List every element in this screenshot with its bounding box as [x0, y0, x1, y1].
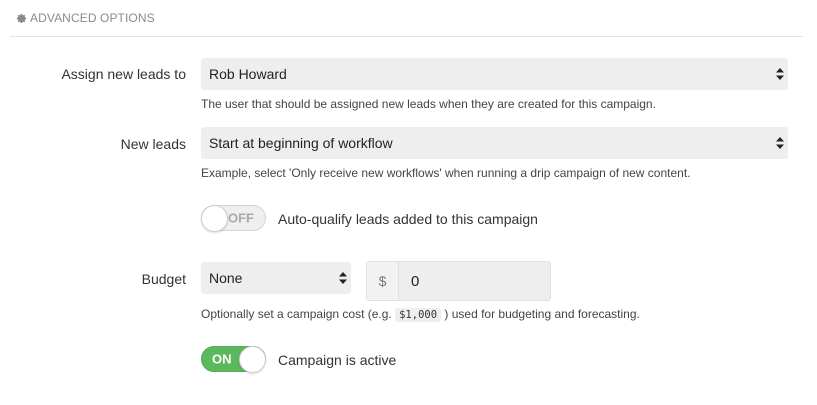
advanced-options-header[interactable]: ADVANCED OPTIONS [10, 0, 803, 37]
budget-select-value: None [209, 270, 243, 286]
toggle-knob [201, 205, 228, 232]
new-leads-help: Example, select 'Only receive new workfl… [201, 166, 691, 180]
budget-amount-group: $ 0 [366, 261, 551, 301]
budget-help-prefix: Optionally set a campaign cost (e.g. [201, 307, 392, 321]
gear-icon [16, 13, 27, 24]
auto-qualify-caption: Auto-qualify leads added to this campaig… [278, 211, 538, 227]
select-caret-icon [776, 68, 784, 80]
budget-label: Budget [141, 271, 186, 287]
select-caret-icon [339, 272, 347, 284]
auto-qualify-toggle[interactable]: OFF [201, 205, 266, 232]
campaign-active-caption: Campaign is active [278, 352, 397, 368]
new-leads-label: New leads [120, 136, 186, 152]
assign-leads-select[interactable]: Rob Howard [201, 58, 788, 90]
toggle-knob [239, 346, 266, 373]
budget-help-example: $1,000 [395, 308, 442, 322]
assign-leads-label: Assign new leads to [61, 66, 186, 82]
auto-qualify-state: OFF [228, 210, 254, 226]
budget-help-suffix: ) used for budgeting and forecasting. [444, 307, 640, 321]
new-leads-value: Start at beginning of workflow [209, 135, 393, 151]
currency-addon: $ [367, 262, 399, 300]
budget-amount-input[interactable]: 0 [399, 262, 550, 300]
budget-help: Optionally set a campaign cost (e.g. $1,… [201, 307, 640, 322]
assign-leads-value: Rob Howard [209, 66, 287, 82]
assign-leads-help: The user that should be assigned new lea… [201, 97, 656, 111]
section-title: ADVANCED OPTIONS [30, 11, 155, 25]
select-caret-icon [776, 137, 784, 149]
campaign-active-toggle[interactable]: ON [201, 346, 266, 373]
campaign-active-state: ON [212, 351, 232, 367]
budget-select[interactable]: None [201, 262, 351, 294]
new-leads-select[interactable]: Start at beginning of workflow [201, 127, 788, 159]
